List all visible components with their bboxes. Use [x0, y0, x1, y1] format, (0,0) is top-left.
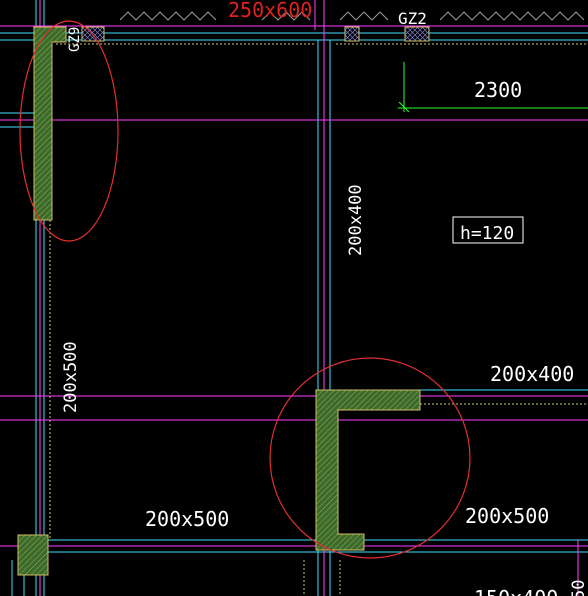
dimension-value: 2300: [474, 78, 522, 102]
slab-thickness-label: h=120: [460, 223, 514, 244]
column-bottom-left: [17, 534, 49, 576]
beam-left-vertical-label: 200x500: [61, 341, 81, 413]
top-wall-zigzag: [119, 11, 585, 21]
beam-mid-vertical-label: 200x400: [346, 184, 366, 256]
cad-drawing-canvas: 250x600 GZ9 GZ2 2300 h=120 200x400 200x5…: [0, 0, 588, 596]
highlight-circle-corner: [269, 357, 471, 559]
beam-bottom-cut-label: 150x400: [474, 586, 558, 596]
edge-cut-label: 50: [569, 580, 588, 596]
beam-bottom-left-label: 200x500: [145, 507, 229, 531]
beam-bottom-right-label: 200x500: [465, 504, 549, 528]
column-gz2-marker: [404, 26, 430, 42]
beam-right-horizontal-label: 200x400: [490, 362, 574, 386]
column-corner-lshape: [315, 389, 421, 551]
column-gz9-label: GZ9: [67, 27, 83, 52]
column-gz9-marker: [81, 26, 105, 42]
column-gz9-lshape: [33, 26, 67, 221]
column-gz2-label: GZ2: [398, 9, 427, 28]
top-beam-label: 250x600: [228, 0, 312, 22]
column-small-marker: [344, 26, 360, 42]
